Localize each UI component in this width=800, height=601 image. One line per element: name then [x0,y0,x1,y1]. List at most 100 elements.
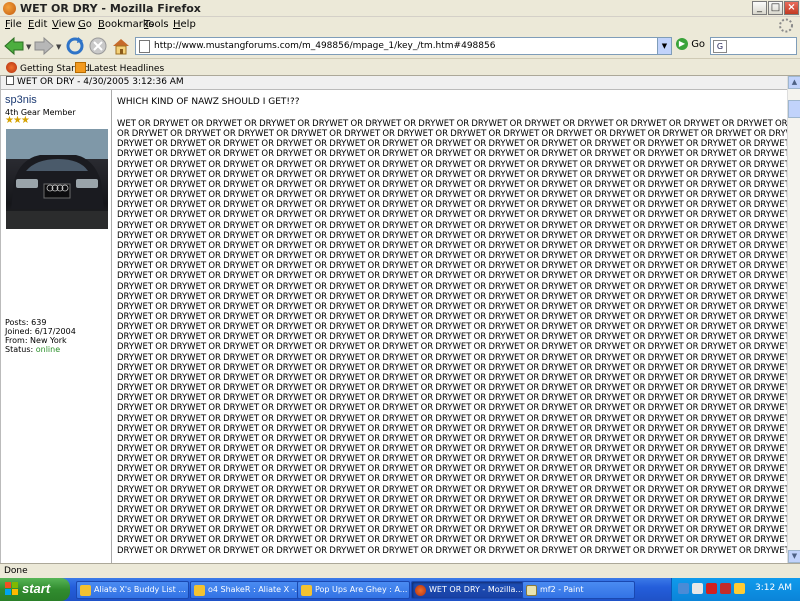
paint-icon [526,585,537,596]
menu-file[interactable]: File [5,19,22,30]
close-button[interactable]: × [784,1,799,15]
task-popups-chat[interactable]: Pop Ups Are Ghey : A... [297,581,410,599]
status-online: online [35,345,61,354]
firefox-icon [415,585,426,596]
reload-button[interactable] [64,36,86,56]
aim-tray-icon[interactable] [734,583,745,594]
post-line: DRYWET OR DRYWET OR DRYWET OR DRYWET OR … [117,525,787,536]
back-arrow-icon [4,36,24,56]
menu-go[interactable]: Go [78,19,92,30]
aim-icon [301,585,312,596]
antivirus-icon[interactable] [706,583,717,594]
forward-dropdown-icon[interactable]: ▼ [56,43,61,51]
post-line: DRYWET OR DRYWET OR DRYWET OR DRYWET OR … [117,200,787,211]
search-engine-icon[interactable]: G [713,40,727,53]
post-line: DRYWET OR DRYWET OR DRYWET OR DRYWET OR … [117,362,787,373]
home-button[interactable] [110,36,132,56]
windows-flag-icon [5,582,18,595]
window-titlebar: WET OR DRY - Mozilla Firefox _ □ × [0,0,800,17]
url-input[interactable] [154,39,654,53]
post-line: DRYWET OR DRYWET OR DRYWET OR DRYWET OR … [117,342,787,353]
task-shaker-chat[interactable]: o4 ShakeR : Aliate X -... [190,581,303,599]
minimize-button[interactable]: _ [752,1,767,15]
post-line: DRYWET OR DRYWET OR DRYWET OR DRYWET OR … [117,240,787,251]
url-history-dropdown-icon[interactable]: ▼ [657,38,671,54]
go-arrow-icon: ▶ [676,38,688,50]
system-tray: 3:12 AM [671,578,800,601]
post-line: DRYWET OR DRYWET OR DRYWET OR DRYWET OR … [117,149,787,160]
post-line: DRYWET OR DRYWET OR DRYWET OR DRYWET OR … [117,230,787,241]
post-line: DRYWET OR DRYWET OR DRYWET OR DRYWET OR … [117,352,787,363]
stop-button[interactable] [87,36,109,56]
post-line: DRYWET OR DRYWET OR DRYWET OR DRYWET OR … [117,535,787,546]
post-line: DRYWET OR DRYWET OR DRYWET OR DRYWET OR … [117,504,787,515]
firefox-icon [3,2,16,15]
post-header: WET OR DRY - 4/30/2005 3:12:36 AM [1,76,787,90]
network-icon[interactable] [678,583,689,594]
reload-icon [66,37,84,55]
post-line: DRYWET OR DRYWET OR DRYWET OR DRYWET OR … [117,383,787,394]
bookmarks-toolbar: Getting Started Latest Headlines [0,59,800,76]
post-line: DRYWET OR DRYWET OR DRYWET OR DRYWET OR … [117,139,787,150]
post-line: DRYWET OR DRYWET OR DRYWET OR DRYWET OR … [117,281,787,292]
post-line: DRYWET OR DRYWET OR DRYWET OR DRYWET OR … [117,261,787,272]
url-bar[interactable]: ▼ [135,37,672,55]
post-line: DRYWET OR DRYWET OR DRYWET OR DRYWET OR … [117,413,787,424]
menu-edit[interactable]: Edit [28,19,47,30]
rank-stars-icon: ★★★ [5,115,30,126]
scroll-down-icon[interactable]: ▼ [788,550,800,563]
post-line: DRYWET OR DRYWET OR DRYWET OR DRYWET OR … [117,271,787,282]
post-line: DRYWET OR DRYWET OR DRYWET OR DRYWET OR … [117,332,787,343]
menu-help[interactable]: Help [173,19,196,30]
author-name[interactable]: sp3nis [5,94,37,106]
security-shield-icon[interactable] [720,583,731,594]
status-bar: Done [0,563,800,578]
post-line: DRYWET OR DRYWET OR DRYWET OR DRYWET OR … [117,444,787,454]
post-line: DRYWET OR DRYWET OR DRYWET OR DRYWET OR … [117,545,787,556]
post-body: WHICH KIND OF NAWZ SHOULD I GET!?? WET O… [117,90,787,563]
firefox-icon [6,62,17,73]
bookmark-latest-headlines[interactable]: Latest Headlines [75,62,164,74]
rss-icon [75,62,86,73]
post-line: DRYWET OR DRYWET OR DRYWET OR DRYWET OR … [117,454,787,465]
avatar [6,129,108,229]
go-label: Go [691,39,706,50]
tray-app-icon[interactable] [692,583,703,594]
post-line: DRYWET OR DRYWET OR DRYWET OR DRYWET OR … [117,474,787,485]
page-content: WET OR DRY - 4/30/2005 3:12:36 AM sp3nis… [0,76,787,563]
back-button[interactable] [3,36,25,56]
stop-icon [89,37,107,55]
post-subject: WHICH KIND OF NAWZ SHOULD I GET!?? [117,97,300,107]
aim-icon [80,585,91,596]
aim-icon [194,585,205,596]
back-dropdown-icon[interactable]: ▼ [26,43,31,51]
post-line: DRYWET OR DRYWET OR DRYWET OR DRYWET OR … [117,311,787,322]
post-line: DRYWET OR DRYWET OR DRYWET OR DRYWET OR … [117,423,787,434]
task-paint[interactable]: mf2 - Paint [522,581,635,599]
menu-view[interactable]: View [52,19,76,30]
task-firefox[interactable]: WET OR DRY - Mozilla... [411,581,524,599]
menu-bar: File Edit View Go Bookmarks Tools Help [0,17,800,34]
search-box[interactable]: G [710,37,797,55]
author-joined: Joined: 6/17/2004 [5,327,76,336]
post-line: OR DRYWET OR DRYWET OR DRYWET OR DRYWET … [117,129,787,140]
throbber-icon [774,17,798,34]
author-from: From: New York [5,336,67,345]
post-line: DRYWET OR DRYWET OR DRYWET OR DRYWET OR … [117,291,787,302]
menu-tools[interactable]: Tools [144,19,169,30]
author-panel: sp3nis 4th Gear Member ★★★ Posts: 639 Jo… [1,90,112,563]
maximize-button[interactable]: □ [768,1,783,15]
start-button[interactable]: start [0,578,70,601]
scroll-up-icon[interactable]: ▲ [788,76,800,89]
post-line: DRYWET OR DRYWET OR DRYWET OR DRYWET OR … [117,220,787,231]
post-line: DRYWET OR DRYWET OR DRYWET OR DRYWET OR … [117,403,787,414]
scroll-thumb[interactable] [788,100,800,118]
vertical-scrollbar[interactable]: ▲ ▼ [787,76,800,563]
post-line: DRYWET OR DRYWET OR DRYWET OR DRYWET OR … [117,322,787,333]
post-line: DRYWET OR DRYWET OR DRYWET OR DRYWET OR … [117,169,787,180]
navigation-toolbar: ▼ ▼ ▼ ▶ Go G [0,34,800,59]
forward-button[interactable] [33,36,55,56]
author-status: Status: online [5,345,61,354]
go-button[interactable]: ▶ Go [676,38,705,54]
task-buddy-list[interactable]: Aliate X's Buddy List ... [76,581,189,599]
